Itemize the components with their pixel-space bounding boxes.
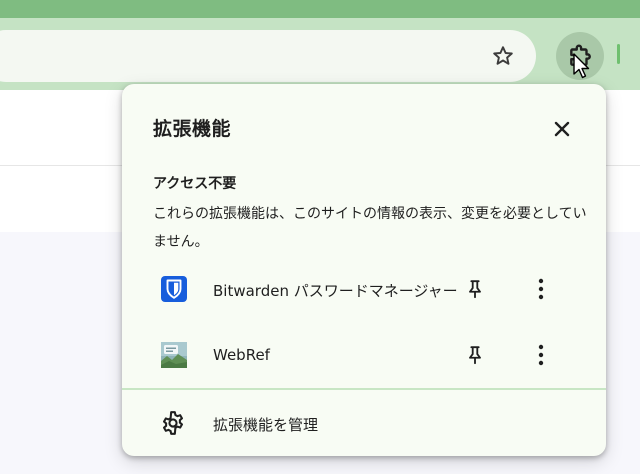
browser-toolbar (0, 18, 640, 90)
popup-title: 拡張機能 (153, 118, 232, 140)
pin-icon (469, 346, 481, 365)
more-vert-icon (538, 278, 544, 300)
mouse-cursor-icon (573, 53, 590, 79)
extension-item-webref[interactable]: WebRef (122, 323, 606, 387)
tab-strip (0, 0, 640, 18)
pin-icon (469, 280, 481, 299)
pin-button[interactable] (459, 273, 491, 305)
webref-logo-icon (161, 342, 187, 368)
extensions-popup: 拡張機能 アクセス不要 これらの拡張機能は、このサイトの情報の表示、変更を必要と… (122, 84, 606, 456)
section-heading: アクセス不要 (153, 176, 237, 192)
toolbar-divider (617, 44, 620, 64)
close-button[interactable] (547, 114, 577, 144)
more-options-button[interactable] (525, 339, 557, 371)
section-description: これらの拡張機能は、このサイトの情報の表示、変更を必要としていません。 (153, 206, 587, 250)
more-options-button[interactable] (525, 273, 557, 305)
close-icon (554, 121, 570, 137)
manage-extensions-label: 拡張機能を管理 (213, 416, 319, 434)
bitwarden-shield-icon (161, 276, 187, 302)
pin-button[interactable] (459, 339, 491, 371)
manage-extensions-button[interactable]: 拡張機能を管理 (122, 390, 606, 456)
bookmark-star-button[interactable] (485, 38, 521, 74)
extension-item-bitwarden[interactable]: Bitwarden パスワードマネージャー (122, 257, 606, 321)
more-vert-icon (538, 344, 544, 366)
gear-icon (162, 411, 184, 435)
extension-name: Bitwarden パスワードマネージャー (213, 282, 458, 300)
extension-name: WebRef (213, 346, 270, 364)
star-outline-icon (493, 46, 513, 65)
address-bar[interactable] (0, 30, 536, 82)
